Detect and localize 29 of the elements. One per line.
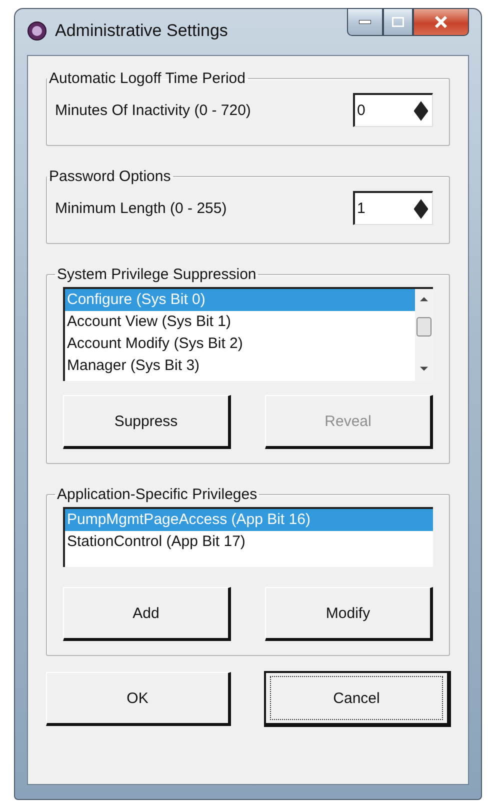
dialog-button[interactable]: OK: [46, 672, 231, 726]
field-label: Minimum Length (0 - 255): [55, 200, 227, 216]
spinner-arrows-icon[interactable]: [414, 198, 428, 220]
group-title: System Privilege Suppression: [56, 266, 258, 283]
list-item[interactable]: Manager (Sys Bit 3): [65, 355, 415, 377]
minimize-button[interactable]: [347, 8, 383, 36]
group-title: Password Options: [48, 168, 172, 185]
list-box[interactable]: PumpMgmtPageAccess (App Bit 16) StationControl (App Bit 17): [63, 507, 433, 567]
number-field[interactable]: 1: [353, 191, 433, 225]
action-button[interactable]: Suppress: [63, 395, 231, 449]
window-title: Administrative Settings: [55, 21, 229, 41]
list-box[interactable]: Configure (Sys Bit 0) Account View (Sys Bit 1) Account Modify (Sys Bit 2) Manager (Sys Bit 3): [63, 287, 433, 381]
spinner-arrows-icon[interactable]: [414, 100, 428, 122]
list-item[interactable]: Account Modify (Sys Bit 2): [65, 333, 415, 355]
group-title: Application-Specific Privileges: [56, 486, 258, 503]
number-field[interactable]: 0: [353, 93, 433, 127]
close-icon: [434, 16, 448, 28]
minimize-icon: [359, 20, 371, 24]
maximize-icon: [392, 17, 404, 27]
list-item[interactable]: Account View (Sys Bit 1): [65, 311, 415, 333]
app-icon: [27, 21, 47, 41]
action-button[interactable]: Add: [63, 587, 231, 641]
group-title: Automatic Logoff Time Period: [48, 70, 246, 87]
field-label: Minutes Of Inactivity (0 - 720): [55, 102, 251, 118]
dialog-button[interactable]: Cancel: [265, 672, 450, 726]
list-item[interactable]: StationControl (App Bit 17): [65, 531, 433, 553]
close-button[interactable]: [413, 8, 469, 36]
action-button[interactable]: Modify: [265, 587, 433, 641]
maximize-button[interactable]: [383, 8, 413, 36]
